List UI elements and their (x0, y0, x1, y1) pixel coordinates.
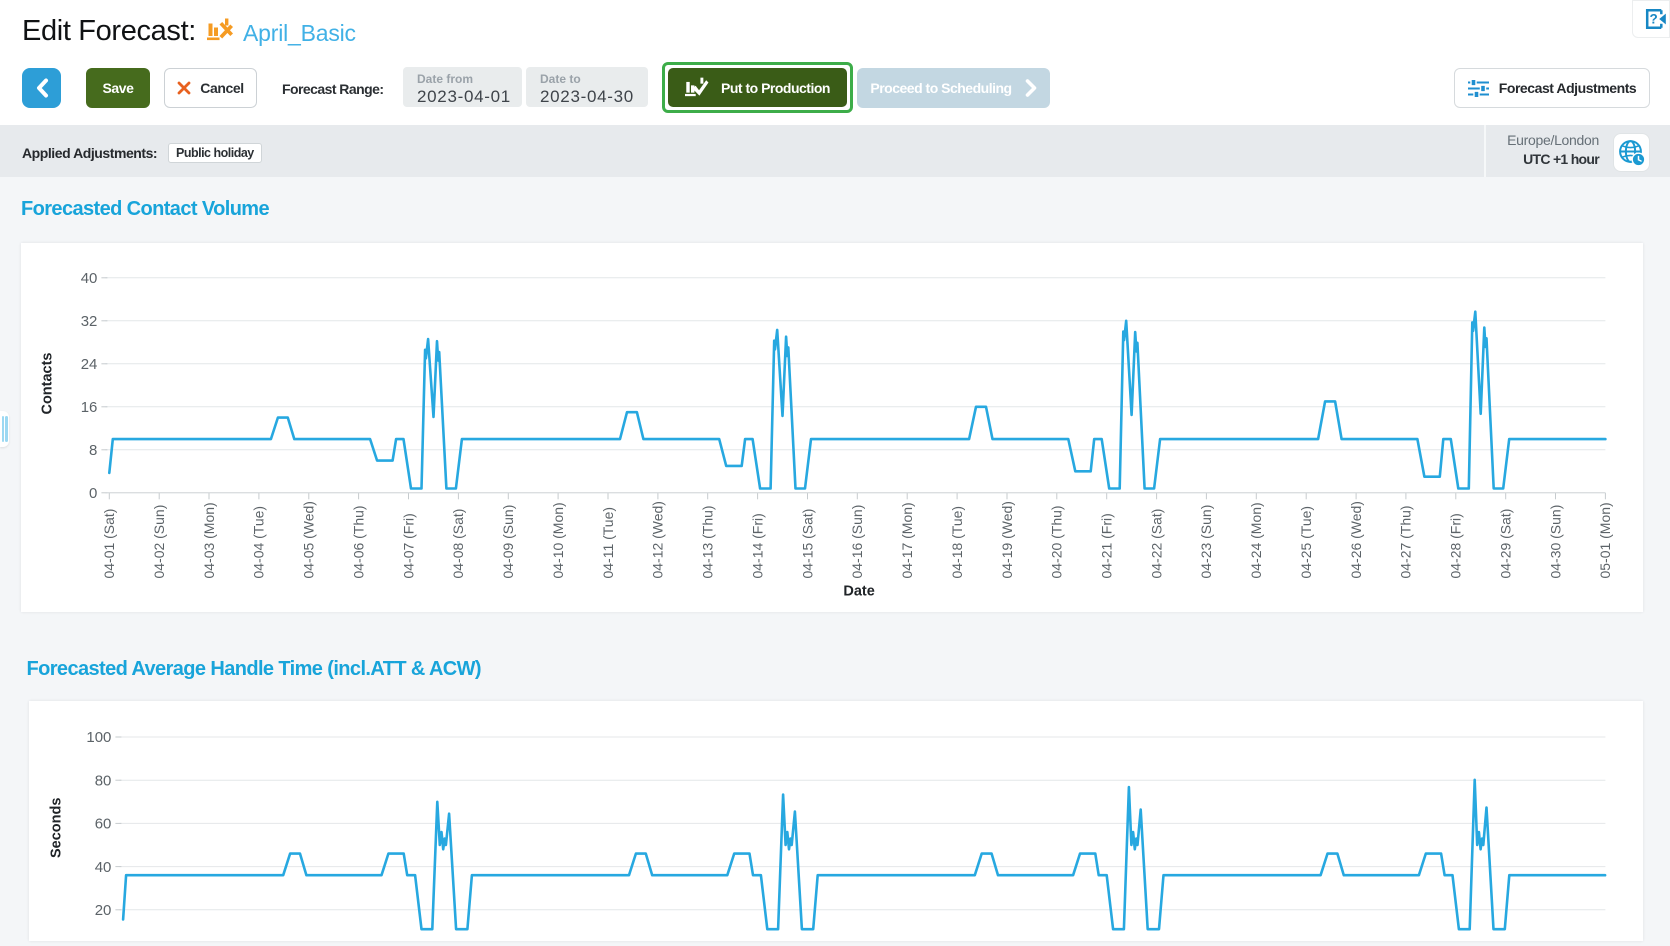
svg-text:04-25 (Tue): 04-25 (Tue) (1298, 505, 1314, 578)
svg-text:04-28 (Fri): 04-28 (Fri) (1447, 513, 1463, 578)
svg-text:40: 40 (94, 859, 111, 876)
svg-text:16: 16 (80, 399, 97, 416)
svg-text:04-12 (Wed): 04-12 (Wed) (649, 501, 665, 578)
svg-text:04-10 (Mon): 04-10 (Mon) (549, 502, 565, 578)
svg-text:04-19 (Wed): 04-19 (Wed) (998, 501, 1014, 578)
svg-text:04-26 (Wed): 04-26 (Wed) (1347, 501, 1363, 578)
svg-text:04-07 (Fri): 04-07 (Fri) (400, 513, 416, 578)
svg-text:60: 60 (94, 816, 111, 833)
svg-text:20: 20 (94, 902, 111, 919)
svg-text:04-18 (Tue): 04-18 (Tue) (948, 505, 964, 578)
svg-text:04-16 (Sun): 04-16 (Sun) (849, 504, 865, 578)
svg-text:04-21 (Fri): 04-21 (Fri) (1098, 513, 1114, 578)
svg-text:04-14 (Fri): 04-14 (Fri) (749, 513, 765, 578)
svg-text:80: 80 (94, 772, 111, 789)
svg-text:04-09 (Sun): 04-09 (Sun) (500, 504, 516, 578)
svg-text:04-08 (Sat): 04-08 (Sat) (450, 508, 466, 578)
svg-text:04-22 (Sat): 04-22 (Sat) (1148, 508, 1164, 578)
svg-text:04-13 (Thu): 04-13 (Thu) (699, 505, 715, 578)
svg-text:04-20 (Thu): 04-20 (Thu) (1048, 505, 1064, 578)
svg-text:8: 8 (89, 441, 97, 458)
svg-text:32: 32 (80, 313, 97, 330)
svg-text:Date: Date (843, 583, 874, 599)
svg-text:04-17 (Mon): 04-17 (Mon) (899, 502, 915, 578)
svg-text:04-29 (Sat): 04-29 (Sat) (1497, 508, 1513, 578)
svg-text:04-11 (Tue): 04-11 (Tue) (599, 506, 615, 578)
svg-text:04-06 (Thu): 04-06 (Thu) (350, 505, 366, 578)
svg-text:04-01 (Sat): 04-01 (Sat) (101, 508, 117, 578)
svg-text:Contacts: Contacts (39, 352, 55, 414)
svg-text:04-23 (Sun): 04-23 (Sun) (1198, 504, 1214, 578)
svg-text:04-05 (Wed): 04-05 (Wed) (300, 501, 316, 578)
svg-text:?: ? (1649, 11, 1657, 26)
svg-text:100: 100 (86, 729, 111, 746)
svg-text:40: 40 (80, 270, 97, 287)
svg-text:04-04 (Tue): 04-04 (Tue) (250, 505, 266, 578)
svg-text:24: 24 (80, 356, 97, 373)
svg-text:0: 0 (89, 484, 97, 501)
svg-text:04-30 (Sun): 04-30 (Sun) (1547, 504, 1563, 578)
svg-text:04-15 (Sat): 04-15 (Sat) (799, 508, 815, 578)
svg-text:05-01 (Mon): 05-01 (Mon) (1597, 502, 1613, 578)
svg-text:04-24 (Mon): 04-24 (Mon) (1248, 502, 1264, 578)
svg-text:04-02 (Sun): 04-02 (Sun) (151, 504, 167, 578)
svg-text:04-27 (Thu): 04-27 (Thu) (1397, 505, 1413, 578)
svg-text:04-03 (Mon): 04-03 (Mon) (200, 502, 216, 578)
svg-text:Seconds: Seconds (48, 798, 64, 858)
